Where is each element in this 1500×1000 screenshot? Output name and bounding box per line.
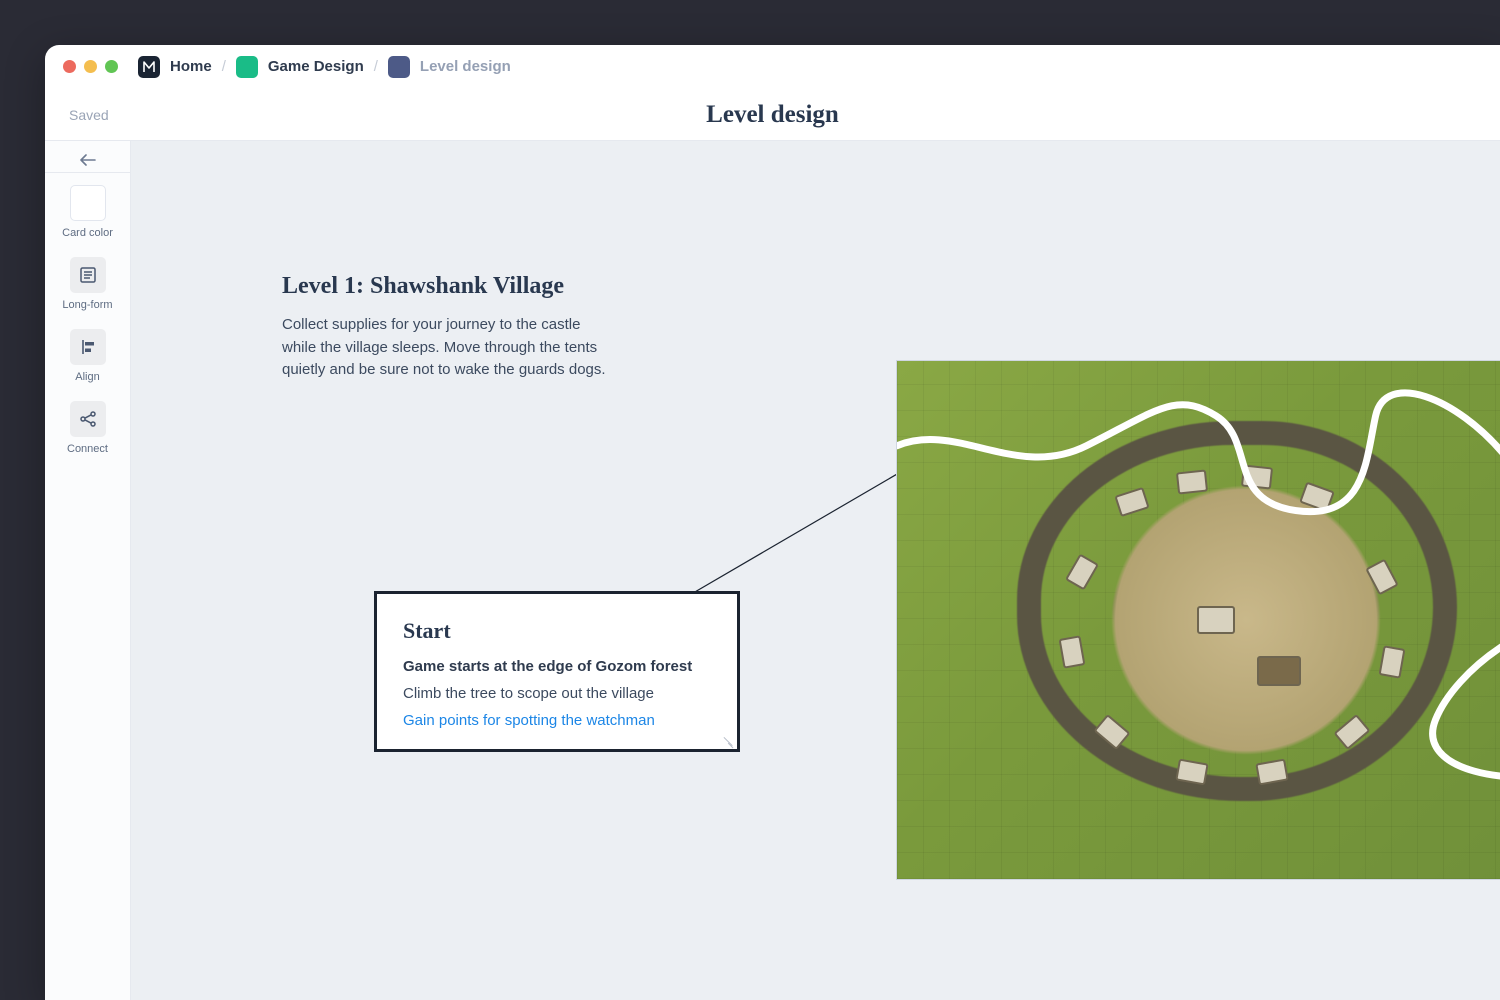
window-controls — [63, 60, 118, 73]
content-area: Card color Long-form Align Connect — [45, 141, 1500, 1000]
subheader: Saved Level design — [45, 89, 1500, 141]
page-title: Level design — [706, 101, 839, 129]
tool-long-form[interactable]: Long-form — [45, 245, 130, 317]
level-map-image[interactable] — [896, 360, 1500, 880]
connect-icon — [70, 401, 106, 437]
tool-label: Align — [75, 371, 99, 383]
tool-label: Long-form — [62, 299, 112, 311]
canvas[interactable]: Level 1: Shawshank Village Collect suppl… — [131, 141, 1500, 1000]
breadcrumb-separator: / — [374, 58, 378, 75]
card-color-icon — [70, 185, 106, 221]
tool-rail: Card color Long-form Align Connect — [45, 141, 131, 1000]
page-color-badge — [388, 56, 410, 78]
maximize-window-button[interactable] — [105, 60, 118, 73]
card-title: Start — [403, 618, 711, 644]
tool-card-color[interactable]: Card color — [45, 173, 130, 245]
close-window-button[interactable] — [63, 60, 76, 73]
level-title: Level 1: Shawshank Village — [282, 273, 612, 300]
back-button[interactable] — [45, 147, 130, 173]
breadcrumb-home[interactable]: Home — [170, 58, 212, 75]
card-subtitle: Game starts at the edge of Gozom forest — [403, 658, 711, 675]
app-window: Home / Game Design / Level design Saved … — [45, 45, 1500, 1000]
app-logo-icon[interactable] — [138, 56, 160, 78]
resize-handle-icon[interactable] — [723, 735, 733, 745]
titlebar: Home / Game Design / Level design — [45, 45, 1500, 89]
long-form-icon — [70, 257, 106, 293]
card-link[interactable]: Gain points for spotting the watchman — [403, 712, 711, 729]
breadcrumb-project[interactable]: Game Design — [268, 58, 364, 75]
card-body-line: Climb the tree to scope out the village — [403, 685, 711, 702]
tool-label: Card color — [62, 227, 113, 239]
breadcrumb-page[interactable]: Level design — [420, 58, 511, 75]
minimize-window-button[interactable] — [84, 60, 97, 73]
level-heading-block[interactable]: Level 1: Shawshank Village Collect suppl… — [282, 273, 612, 382]
level-description: Collect supplies for your journey to the… — [282, 314, 612, 382]
tool-connect[interactable]: Connect — [45, 389, 130, 461]
breadcrumb: Home / Game Design / Level design — [138, 56, 511, 78]
tool-label: Connect — [67, 443, 108, 455]
breadcrumb-separator: / — [222, 58, 226, 75]
tool-align[interactable]: Align — [45, 317, 130, 389]
align-icon — [70, 329, 106, 365]
project-color-badge — [236, 56, 258, 78]
save-status: Saved — [69, 107, 109, 123]
start-card[interactable]: Start Game starts at the edge of Gozom f… — [374, 591, 740, 752]
